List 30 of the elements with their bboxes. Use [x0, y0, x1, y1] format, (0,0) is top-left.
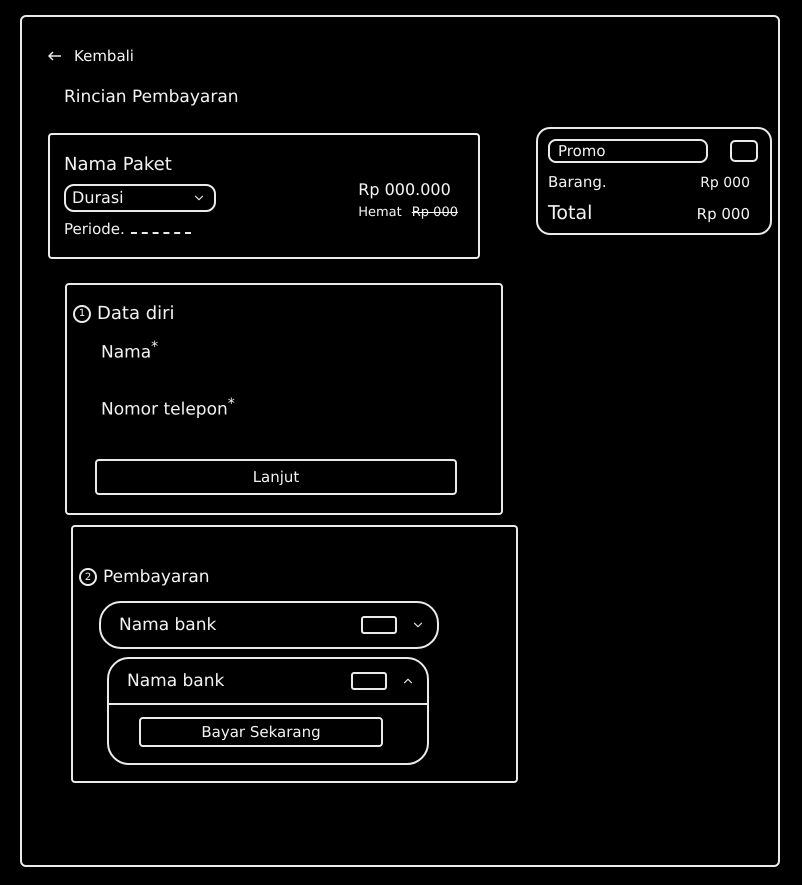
- promo-input[interactable]: Promo: [548, 139, 708, 163]
- page-title: Rincian Pembayaran: [64, 87, 240, 107]
- continue-button[interactable]: Lanjut: [95, 459, 457, 495]
- summary-label: Barang.: [548, 173, 607, 191]
- summary-label: Total: [548, 202, 592, 225]
- fill-in-line: [130, 232, 191, 234]
- savings-amount: Rp 000: [412, 204, 458, 220]
- step-title: Pembayaran: [103, 567, 210, 588]
- bank-option[interactable]: Nama bank Bayar Sekarang: [107, 657, 429, 766]
- back-link[interactable]: Kembali: [48, 47, 134, 65]
- package-name: Nama Paket: [64, 154, 173, 176]
- period-label: Periode.: [64, 220, 125, 238]
- field-label: Nama$^{*}$: [101, 338, 160, 362]
- back-arrow-icon: [48, 51, 62, 61]
- step-number-badge: 1: [73, 304, 91, 323]
- bank-option[interactable]: Nama bank: [99, 601, 439, 650]
- bank-name: Nama bank: [127, 671, 226, 692]
- summary-value: Rp 000: [700, 175, 750, 192]
- bank-logo-placeholder: [351, 672, 387, 690]
- duration-select[interactable]: Durasi: [64, 184, 216, 212]
- bank-logo-placeholder: [361, 616, 397, 634]
- summary-value: Rp 000: [696, 204, 750, 223]
- bank-name: Nama bank: [119, 615, 218, 636]
- step-number-badge: 2: [79, 568, 97, 586]
- savings-label: Hemat: [358, 204, 402, 220]
- package-price: Rp 000.000: [358, 180, 451, 199]
- pay-now-button[interactable]: Bayar Sekarang: [139, 717, 383, 748]
- step-title: Data diri: [97, 303, 175, 325]
- field-label: Nomor telepon$^{*}$: [101, 396, 236, 420]
- apply-promo-button[interactable]: [730, 140, 758, 162]
